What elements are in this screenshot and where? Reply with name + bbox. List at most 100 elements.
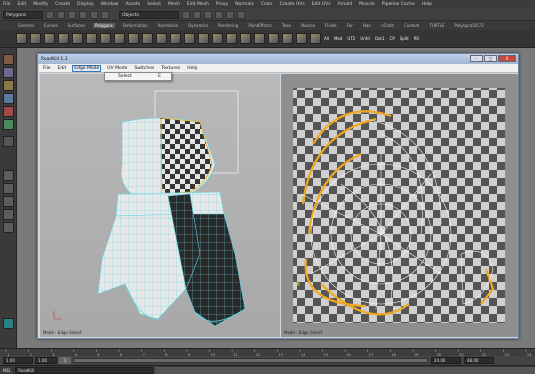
shelf-tool-icon[interactable] [100, 33, 111, 44]
menu-mesh[interactable]: Mesh [168, 2, 180, 7]
paint-select-icon[interactable] [3, 80, 14, 91]
shelf-tool-icon[interactable] [226, 33, 237, 44]
close-button[interactable]: X [498, 55, 516, 62]
shelf-tab-curves[interactable]: Curves [42, 23, 60, 28]
menu-proxy[interactable]: Proxy [216, 2, 228, 7]
shelf-button-rr[interactable]: RR [414, 36, 420, 41]
maximize-button[interactable]: □ [484, 55, 497, 62]
menu-pipeline-cache[interactable]: Pipeline Cache [382, 2, 415, 7]
shelf-tool-icon[interactable] [142, 33, 153, 44]
shelf-tab-fur[interactable]: Fur [345, 23, 355, 28]
uv-viewport[interactable]: Mode : Edge Select [281, 74, 518, 337]
minimize-button[interactable]: – [470, 55, 483, 62]
shelf-tab-painteffects[interactable]: PaintEffects [246, 23, 274, 28]
shelf-tool-icon[interactable] [114, 33, 125, 44]
shelf-tab-deformation[interactable]: Deformation [121, 23, 150, 28]
shelf-tool-icon[interactable] [156, 33, 167, 44]
mode-select[interactable]: Polygons [3, 10, 43, 19]
shelf-tab-animation[interactable]: Animation [156, 23, 180, 28]
layout-persp-graph-icon[interactable] [3, 209, 14, 220]
shelf-tool-icon[interactable] [198, 33, 209, 44]
rk-menu-edge-mode[interactable]: Edge Mode [72, 64, 102, 72]
layout-two-icon[interactable] [3, 196, 14, 207]
playback-end-field[interactable]: 24.00 [431, 357, 461, 364]
shelf-tool-icon[interactable] [240, 33, 251, 44]
scale-tool-icon[interactable] [3, 119, 14, 130]
rk-menu-edit[interactable]: Edit [57, 66, 68, 71]
menu-window[interactable]: Window [101, 2, 119, 7]
shelf-tool-icon[interactable] [282, 33, 293, 44]
time-slider[interactable]: 1 2 3 4 5 6 7 8 9 10 11 12 13 14 15 16 17 18 19 20 21 22 23 24 [0, 348, 535, 357]
shelf-tab-turtle[interactable]: TURTLE [427, 23, 446, 28]
snap-curve-icon[interactable] [193, 10, 201, 19]
shelf-tool-icon[interactable] [128, 33, 139, 44]
menu-edit-uvs[interactable]: Edit UVs [312, 2, 331, 7]
shelf-tab-toon[interactable]: Toon [280, 23, 293, 28]
range-bar[interactable] [73, 358, 428, 363]
command-input[interactable]: RoadKill [15, 366, 154, 374]
shelf-tool-icon[interactable] [268, 33, 279, 44]
shelf-button-cp[interactable]: CP [390, 36, 395, 41]
shelf-tool-icon[interactable] [30, 33, 41, 44]
render-icon[interactable] [215, 10, 223, 19]
shelf-button-out1[interactable]: Out1 [375, 36, 385, 41]
range-start-field[interactable]: 1.00 [3, 357, 33, 364]
menu-item-select[interactable]: Select [118, 74, 132, 79]
layout-single-icon[interactable] [3, 170, 14, 181]
menu-arnold[interactable]: Arnold [338, 2, 353, 7]
turtle-icon[interactable] [3, 318, 14, 329]
shelf-button-ut2[interactable]: UT2 [347, 36, 355, 41]
menu-muscle[interactable]: Muscle [359, 2, 375, 7]
menu-create-uvs[interactable]: Create UVs [280, 2, 305, 7]
shelf-tab-hair[interactable]: Hair [361, 23, 373, 28]
roadkill-titlebar[interactable]: RoadKill 1.1 – □ X [38, 54, 518, 64]
select-tool-icon[interactable] [3, 54, 14, 65]
shelf-tool-icon[interactable] [58, 33, 69, 44]
menu-create[interactable]: Create [55, 2, 70, 7]
shelf-tool-icon[interactable] [310, 33, 321, 44]
shelf-tool-icon[interactable] [86, 33, 97, 44]
shelf-tab-polyspiral2572[interactable]: Polyspiral2572 [452, 23, 485, 28]
shelf-tool-icon[interactable] [296, 33, 307, 44]
shelf-tab-dynamics[interactable]: Dynamics [186, 23, 210, 28]
shelf-tab-muscle[interactable]: Muscle [299, 23, 317, 28]
shelf-button-mod[interactable]: Mod [334, 36, 342, 41]
menu-file[interactable]: File [3, 2, 11, 7]
mesh-viewport[interactable]: Mode : Edge Select [40, 74, 280, 337]
shelf-button-split[interactable]: Split [400, 36, 409, 41]
menu-select[interactable]: Select [147, 2, 161, 7]
shelf-tab-rendering[interactable]: Rendering [216, 23, 240, 28]
render-settings-icon[interactable] [237, 10, 245, 19]
shelf-button-unfd[interactable]: Unfd [360, 36, 369, 41]
range-end-field[interactable]: 48.00 [464, 357, 494, 364]
rotate-tool-icon[interactable] [3, 106, 14, 117]
shelf-tab-ncloth[interactable]: nCloth [379, 23, 396, 28]
menu-color[interactable]: Color [261, 2, 273, 7]
rk-menu-textures[interactable]: Textures [160, 66, 181, 71]
menu-normals[interactable]: Normals [235, 2, 254, 7]
select-component-icon[interactable] [101, 10, 109, 19]
menu-help[interactable]: Help [422, 2, 432, 7]
ipr-render-icon[interactable] [226, 10, 234, 19]
save-scene-icon[interactable] [68, 10, 76, 19]
shelf-tab-polygons[interactable]: Polygons [92, 23, 115, 28]
move-tool-icon[interactable] [3, 93, 14, 104]
rk-menu-help[interactable]: Help [186, 66, 198, 71]
open-scene-icon[interactable] [57, 10, 65, 19]
snap-grid-icon[interactable] [182, 10, 190, 19]
shelf-tool-icon[interactable] [184, 33, 195, 44]
layout-four-icon[interactable] [3, 183, 14, 194]
last-tool-icon[interactable] [3, 136, 14, 147]
shelf-tool-icon[interactable] [44, 33, 55, 44]
shelf-tool-icon[interactable] [212, 33, 223, 44]
rk-menu-uv-mode[interactable]: UV Mode [106, 66, 128, 71]
shelf-button-all[interactable]: All [324, 36, 329, 41]
snap-point-icon[interactable] [204, 10, 212, 19]
shelf-tab-surfaces[interactable]: Surfaces [66, 23, 87, 28]
shelf-tab-general[interactable]: General [16, 23, 36, 28]
shelf-tool-icon[interactable] [170, 33, 181, 44]
select-object-icon[interactable] [90, 10, 98, 19]
select-hierarchy-icon[interactable] [79, 10, 87, 19]
new-scene-icon[interactable] [46, 10, 54, 19]
menu-display[interactable]: Display [77, 2, 94, 7]
